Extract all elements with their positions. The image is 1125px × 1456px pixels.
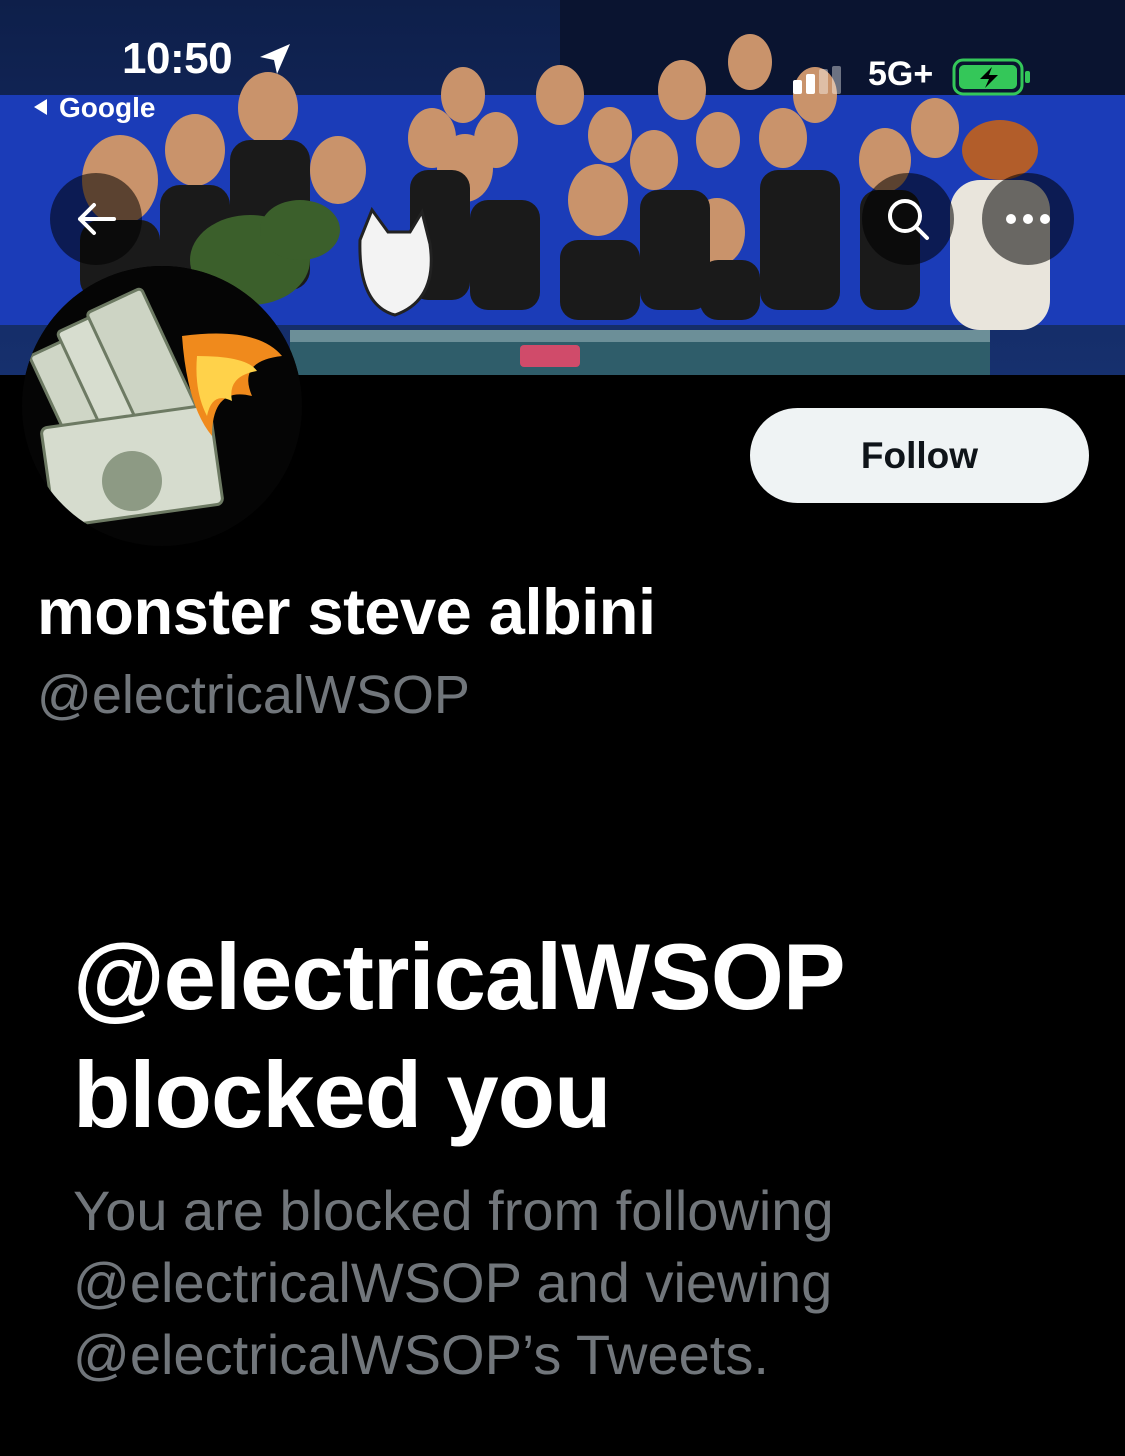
network-type: 5G+ xyxy=(868,55,934,93)
cellular-signal-icon xyxy=(793,66,841,94)
status-time: 10:50 xyxy=(122,34,233,83)
display-name: monster steve albini xyxy=(37,575,656,648)
search-icon xyxy=(888,199,929,240)
follow-button[interactable]: Follow xyxy=(750,408,1089,503)
avatar-image xyxy=(22,266,302,546)
search-button[interactable] xyxy=(862,173,954,265)
back-to-app-link[interactable]: Google xyxy=(34,92,155,124)
more-options-button[interactable] xyxy=(982,173,1074,265)
back-app-label: Google xyxy=(59,92,156,123)
more-horizontal-icon xyxy=(1006,214,1050,224)
back-button[interactable] xyxy=(50,173,142,265)
profile-avatar[interactable] xyxy=(22,266,302,546)
blocked-title: @electricalWSOP blocked you xyxy=(73,924,844,1147)
location-arrow-icon xyxy=(260,44,290,74)
battery-charging-icon xyxy=(952,58,1030,96)
back-triangle-icon xyxy=(34,99,47,115)
arrow-left-icon xyxy=(78,203,116,235)
profile-handle: @electricalWSOP xyxy=(37,665,470,725)
blocked-description: You are blocked from following @electric… xyxy=(73,1179,834,1386)
